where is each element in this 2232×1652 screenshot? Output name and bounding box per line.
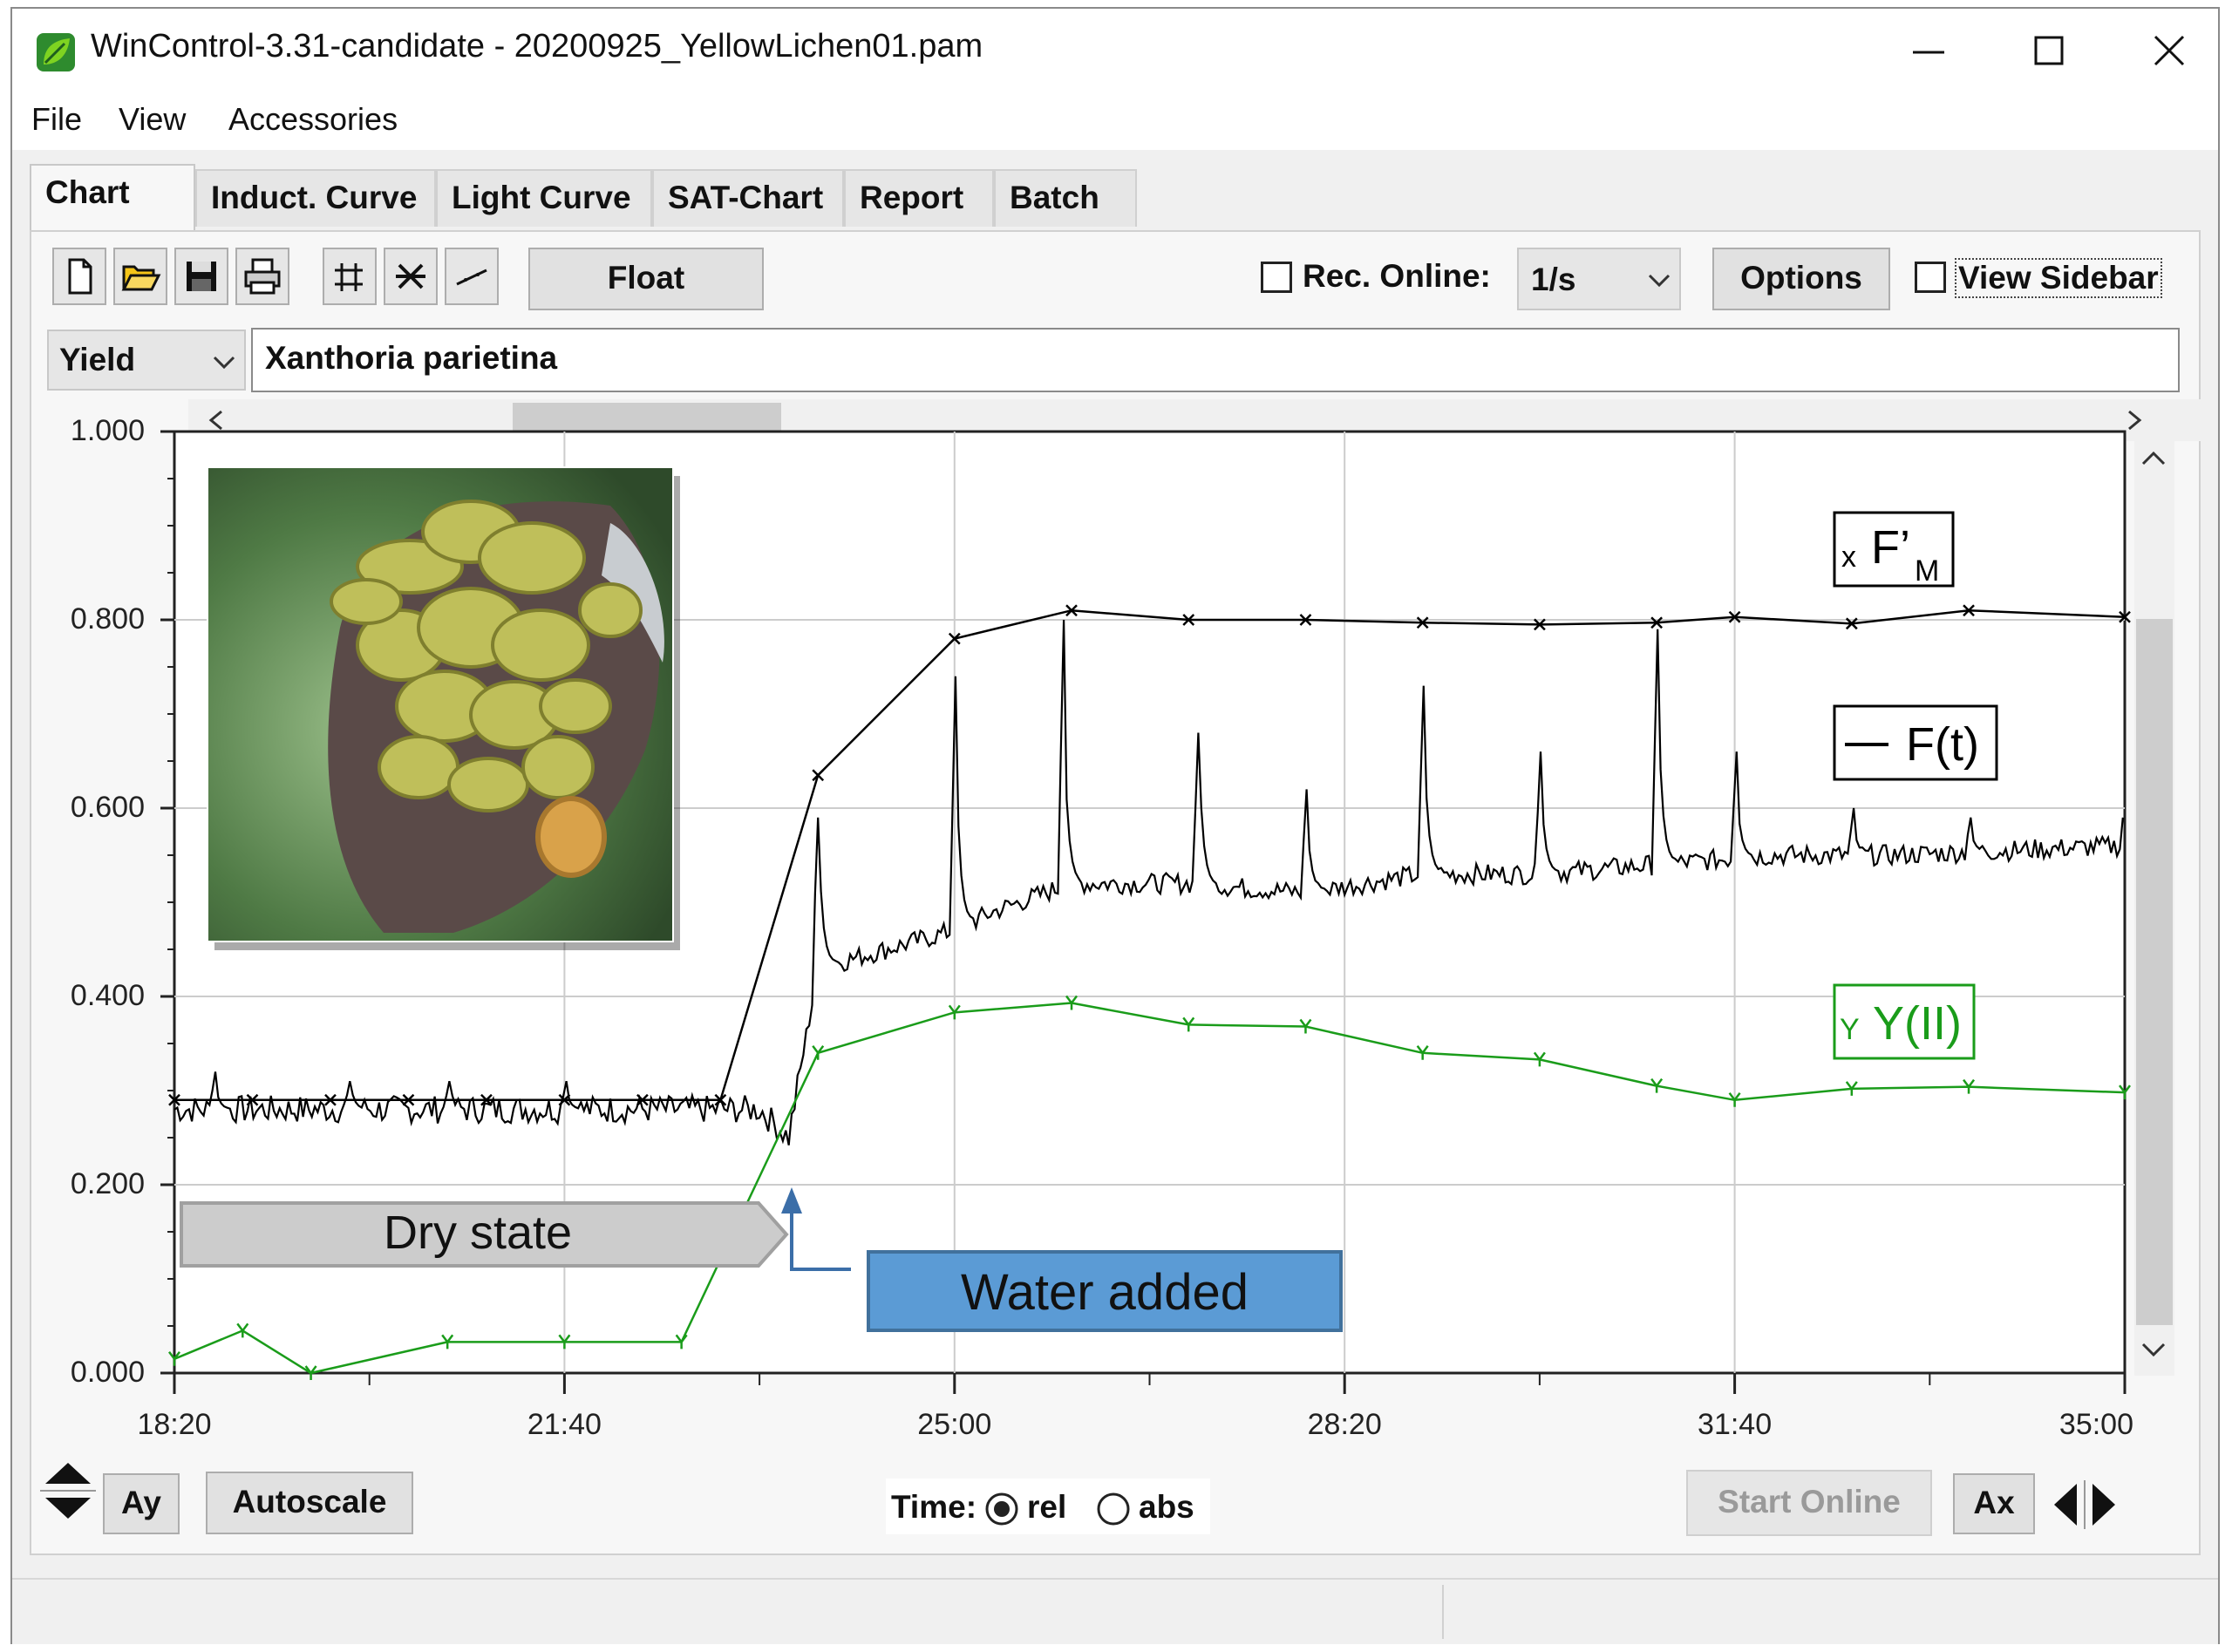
maximize-icon	[2034, 36, 2064, 65]
status-divider	[1442, 1585, 1444, 1639]
chevron-right-icon[interactable]	[2122, 408, 2147, 432]
menu-accessories[interactable]: Accessories	[228, 101, 398, 138]
sample-name-field[interactable]: Xanthoria parietina	[251, 328, 2180, 392]
chevron-down-icon	[1648, 274, 1671, 288]
save-disk-icon	[187, 262, 216, 291]
tab-light-curve[interactable]: Light Curve	[436, 169, 652, 227]
menu-file[interactable]: File	[31, 101, 82, 138]
up-down-triangle-icon[interactable]	[38, 1451, 98, 1531]
rate-select[interactable]: 1/s	[1517, 248, 1681, 310]
save-button[interactable]	[174, 248, 228, 305]
autoscale-button[interactable]: Autoscale	[206, 1472, 413, 1534]
chart-tab-panel: Float Rec. Online: 1/s Options View Side…	[30, 230, 2201, 1555]
options-button[interactable]: Options	[1712, 248, 1890, 310]
ax-button[interactable]: Ax	[1953, 1473, 2035, 1534]
minimize-icon	[1913, 51, 1944, 54]
time-abs-label: abs	[1139, 1489, 1194, 1525]
left-right-triangle-icon[interactable]	[2042, 1479, 2129, 1531]
new-file-icon	[68, 258, 92, 295]
grid-toggle-button[interactable]	[323, 248, 377, 305]
time-rel-label: rel	[1027, 1489, 1067, 1525]
time-abs-radio[interactable]	[1095, 1491, 1132, 1527]
ax-scroll-arrows[interactable]	[2042, 1479, 2129, 1531]
close-button[interactable]	[2143, 26, 2195, 77]
time-mode-group: Time: rel abs	[886, 1479, 1210, 1534]
rate-select-value: 1/s	[1531, 262, 1576, 297]
open-file-button[interactable]	[113, 248, 167, 305]
line-segment-icon	[456, 269, 487, 286]
ay-scroll-arrows[interactable]	[38, 1451, 98, 1531]
chevron-down-icon	[213, 356, 235, 370]
line-toggle-button[interactable]	[445, 248, 499, 305]
start-online-button[interactable]: Start Online	[1686, 1470, 1932, 1536]
horizontal-scrollbar[interactable]	[188, 399, 2201, 441]
tab-sat-chart[interactable]: SAT-Chart	[652, 169, 844, 227]
rec-online-checkbox[interactable]	[1261, 262, 1292, 293]
window-title: WinControl-3.31-candidate - 20200925_Yel…	[91, 28, 983, 65]
ay-button[interactable]: Ay	[103, 1473, 180, 1534]
print-button[interactable]	[235, 248, 289, 305]
sample-name-value: Xanthoria parietina	[265, 340, 558, 376]
view-sidebar-label[interactable]: View Sidebar	[1955, 258, 2162, 298]
minimize-button[interactable]	[1902, 26, 1955, 77]
time-rel-radio[interactable]	[983, 1491, 1020, 1527]
chevron-left-icon[interactable]	[204, 408, 228, 432]
tab-induct-curve[interactable]: Induct. Curve	[195, 169, 436, 227]
cross-marker-icon	[396, 263, 425, 289]
status-bar	[12, 1578, 2218, 1644]
time-label: Time:	[891, 1489, 977, 1525]
tab-batch[interactable]: Batch	[994, 169, 1137, 227]
view-sidebar-checkbox[interactable]	[1915, 262, 1946, 293]
app-window: WinControl-3.31-candidate - 20200925_Yel…	[10, 7, 2220, 1644]
app-leaf-icon	[37, 33, 75, 71]
tab-chart[interactable]: Chart	[30, 164, 195, 230]
float-button[interactable]: Float	[528, 248, 764, 310]
menu-bar: File View Accessories	[12, 94, 2218, 150]
maximize-button[interactable]	[2023, 26, 2075, 77]
horizontal-scroll-thumb[interactable]	[513, 403, 781, 438]
menu-view[interactable]: View	[119, 101, 186, 138]
parameter-select-value: Yield	[59, 342, 136, 377]
printer-icon	[244, 258, 281, 295]
grid-icon	[335, 263, 363, 291]
parameter-select[interactable]: Yield	[47, 330, 246, 391]
open-folder-icon	[121, 265, 161, 291]
markers-toggle-button[interactable]	[384, 248, 438, 305]
tab-report[interactable]: Report	[844, 169, 994, 227]
title-bar: WinControl-3.31-candidate - 20200925_Yel…	[12, 9, 2218, 94]
rec-online-label: Rec. Online:	[1303, 258, 1491, 294]
new-file-button[interactable]	[52, 248, 106, 305]
close-icon	[2154, 35, 2185, 66]
